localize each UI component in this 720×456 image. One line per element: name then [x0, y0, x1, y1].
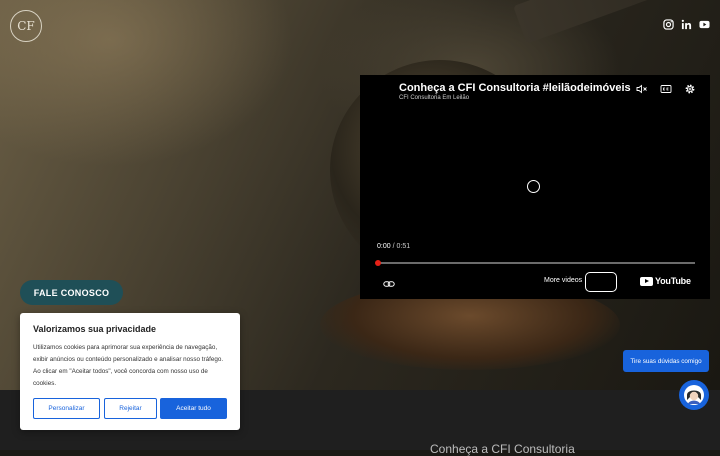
video-top-controls	[636, 83, 696, 95]
progress-bar[interactable]	[378, 262, 695, 264]
video-title[interactable]: Conheça a CFI Consultoria #leilãodeimóve…	[399, 82, 631, 94]
chat-prompt-bubble[interactable]: Tire suas dúvidas comigo	[623, 350, 709, 372]
reject-button[interactable]: Rejeitar	[104, 398, 157, 419]
youtube-play-icon	[640, 276, 653, 286]
cookie-consent-dialog: Valorizamos sua privacidade Utilizamos c…	[20, 313, 240, 430]
settings-gear-icon[interactable]	[684, 83, 696, 95]
assistant-avatar-icon	[684, 385, 704, 405]
loading-spinner-icon	[527, 180, 540, 193]
cookie-text: Utilizamos cookies para aprimorar sua ex…	[33, 344, 224, 387]
captions-icon[interactable]	[660, 83, 672, 95]
instagram-icon[interactable]	[663, 19, 674, 30]
accept-all-button[interactable]: Aceitar tudo	[160, 398, 227, 419]
site-logo[interactable]: CF	[10, 10, 42, 42]
video-time: 0:00 / 0:51	[377, 243, 410, 250]
video-player[interactable]: Conheça a CFI Consultoria #leilãodeimóve…	[360, 75, 710, 299]
mute-icon[interactable]	[636, 83, 648, 95]
youtube-logo-text: YouTube	[655, 276, 691, 286]
more-videos-button[interactable]	[585, 272, 617, 292]
time-total: 0:51	[396, 243, 411, 250]
social-links	[663, 19, 710, 30]
time-current: 0:00	[377, 243, 391, 250]
chat-avatar-button[interactable]	[679, 380, 709, 410]
logo-text: CF	[17, 19, 35, 33]
progress-scrubber[interactable]	[375, 260, 381, 266]
youtube-logo[interactable]: YouTube	[640, 276, 691, 286]
customize-button[interactable]: Personalizar	[33, 398, 100, 419]
more-videos-label[interactable]: More videos	[544, 277, 582, 284]
youtube-icon[interactable]	[699, 19, 710, 30]
time-separator: /	[392, 243, 395, 250]
cookie-title: Valorizamos sua privacidade	[33, 324, 157, 334]
video-channel[interactable]: CFI Consultoria Em Leilão	[399, 95, 469, 101]
link-icon[interactable]	[383, 278, 395, 290]
linkedin-icon[interactable]	[681, 19, 692, 30]
contact-button[interactable]: FALE CONOSCO	[20, 280, 123, 305]
section-heading-partial: Conheça a CFI Consultoria	[430, 442, 575, 456]
